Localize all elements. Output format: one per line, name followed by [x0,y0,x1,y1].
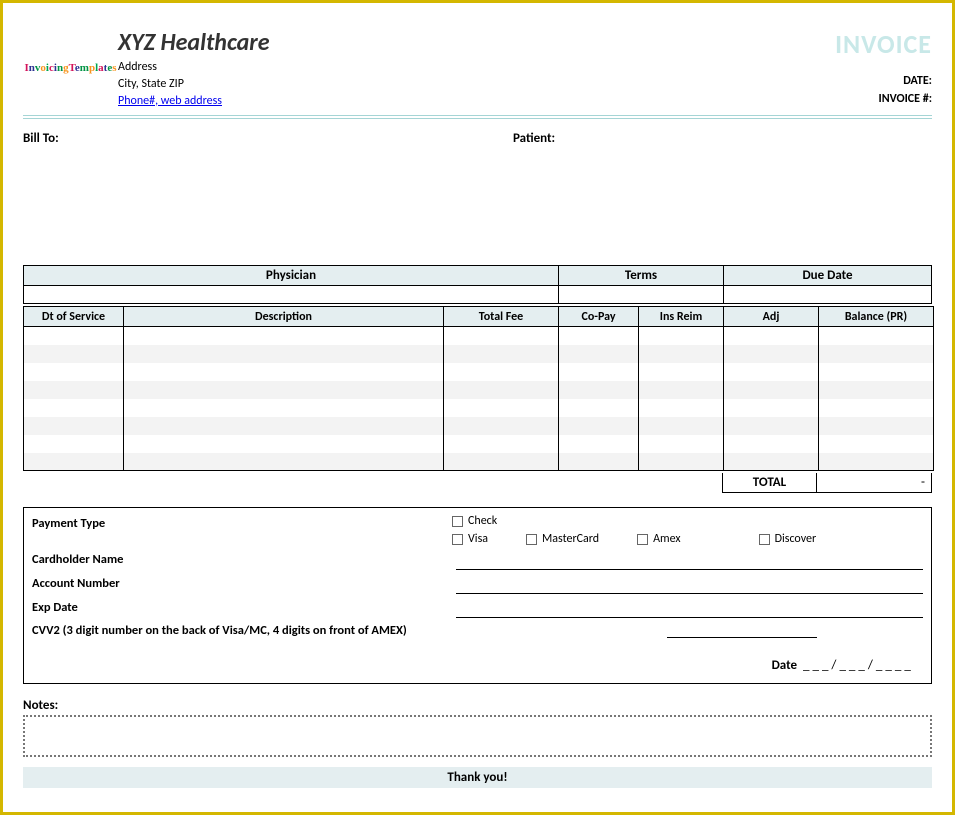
party-row: Bill To: Patient: [23,131,932,146]
th-terms: Terms [559,266,724,286]
thank-you-footer: Thank you! [23,767,932,788]
total-row: TOTAL - [23,473,932,493]
invoice-title: INVOICE [682,28,932,60]
table-row[interactable] [24,327,934,345]
payment-box: Payment Type Check Visa MasterCard Amex … [23,507,932,684]
terms-cell[interactable] [559,286,724,304]
date-signed-value[interactable]: ___/___/____ [803,658,923,673]
amex-option[interactable]: Amex [637,532,681,546]
th-adj: Adj [724,307,819,327]
bill-to-label: Bill To: [23,131,513,146]
header: InvoicingTemplates XYZ Healthcare Addres… [23,28,932,109]
logo-text: InvoicingTemplates [25,63,117,74]
total-label: TOTAL [722,473,817,493]
table-row[interactable] [24,435,934,453]
date-signed-label: Date [772,658,797,673]
account-input[interactable] [456,578,923,594]
header-divider [23,115,932,119]
checkbox-icon [637,534,648,545]
table-row[interactable] [24,399,934,417]
cardholder-input[interactable] [456,554,923,570]
invoice-template: InvoicingTemplates XYZ Healthcare Addres… [0,0,955,815]
exp-input[interactable] [456,602,923,618]
signature-date: Date ___/___/____ [32,658,923,673]
checkbox-icon [759,534,770,545]
brand-logo: InvoicingTemplates [23,28,118,109]
th-co-pay: Co-Pay [559,307,639,327]
notes-label: Notes: [23,698,932,713]
exp-label: Exp Date [32,598,452,618]
invoice-num-label: INVOICE #: [682,90,932,108]
table-row[interactable] [24,345,934,363]
table-row[interactable] [24,417,934,435]
cardholder-label: Cardholder Name [32,550,452,570]
visa-option[interactable]: Visa [452,532,488,546]
line-items-table: Dt of Service Description Total Fee Co-P… [23,306,934,471]
th-physician: Physician [24,266,559,286]
summary-table: Physician Terms Due Date [23,265,932,304]
notes-input[interactable] [23,715,932,757]
checkbox-icon [452,516,463,527]
account-label: Account Number [32,574,452,594]
company-contact-link[interactable]: Phone#, web address [118,94,222,108]
table-row[interactable] [24,363,934,381]
due-date-cell[interactable] [724,286,932,304]
check-option[interactable]: Check [452,514,497,528]
th-dt-service: Dt of Service [24,307,124,327]
th-description: Description [124,307,444,327]
date-label: DATE: [682,72,932,90]
company-address: Address [118,59,682,76]
table-row[interactable] [24,381,934,399]
physician-cell[interactable] [24,286,559,304]
th-due-date: Due Date [724,266,932,286]
patient-label: Patient: [513,131,932,146]
company-info: XYZ Healthcare Address City, State ZIP P… [118,28,682,109]
company-city-state-zip: City, State ZIP [118,76,682,93]
th-balance-pr: Balance (PR) [819,307,934,327]
th-ins-reim: Ins Reim [639,307,724,327]
table-row[interactable] [24,453,934,471]
cvv-input[interactable] [667,622,817,638]
checkbox-icon [452,534,463,545]
total-value: - [817,473,932,493]
checkbox-icon [526,534,537,545]
invoice-meta: INVOICE DATE: INVOICE #: [682,28,932,109]
th-total-fee: Total Fee [444,307,559,327]
discover-option[interactable]: Discover [759,532,817,546]
company-name: XYZ Healthcare [118,28,682,57]
payment-type-label: Payment Type [32,514,452,550]
mastercard-option[interactable]: MasterCard [526,532,599,546]
cvv-label: CVV2 (3 digit number on the back of Visa… [32,623,407,638]
address-gap [23,150,932,265]
